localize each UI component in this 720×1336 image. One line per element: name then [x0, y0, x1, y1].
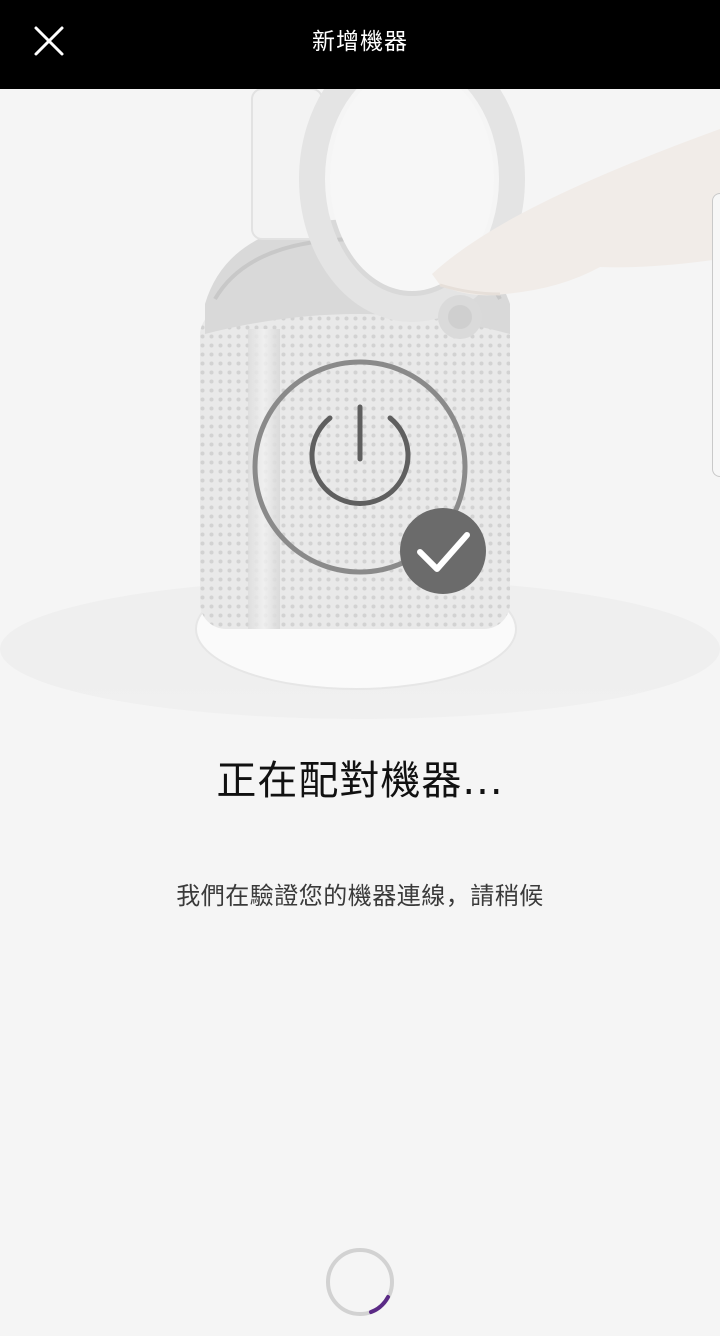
- loading-indicator: [324, 1246, 396, 1318]
- checkmark-icon: [400, 508, 486, 594]
- app-header: 新增機器: [0, 0, 720, 89]
- pairing-title: 正在配對機器...: [216, 758, 504, 804]
- spinner-icon: [326, 1248, 394, 1316]
- side-scroll-edge: [712, 193, 720, 477]
- header-title: 新增機器: [312, 29, 408, 55]
- pairing-subtitle: 我們在驗證您的機器連線，請稍候: [176, 882, 544, 910]
- hero-illustration: [0, 89, 720, 849]
